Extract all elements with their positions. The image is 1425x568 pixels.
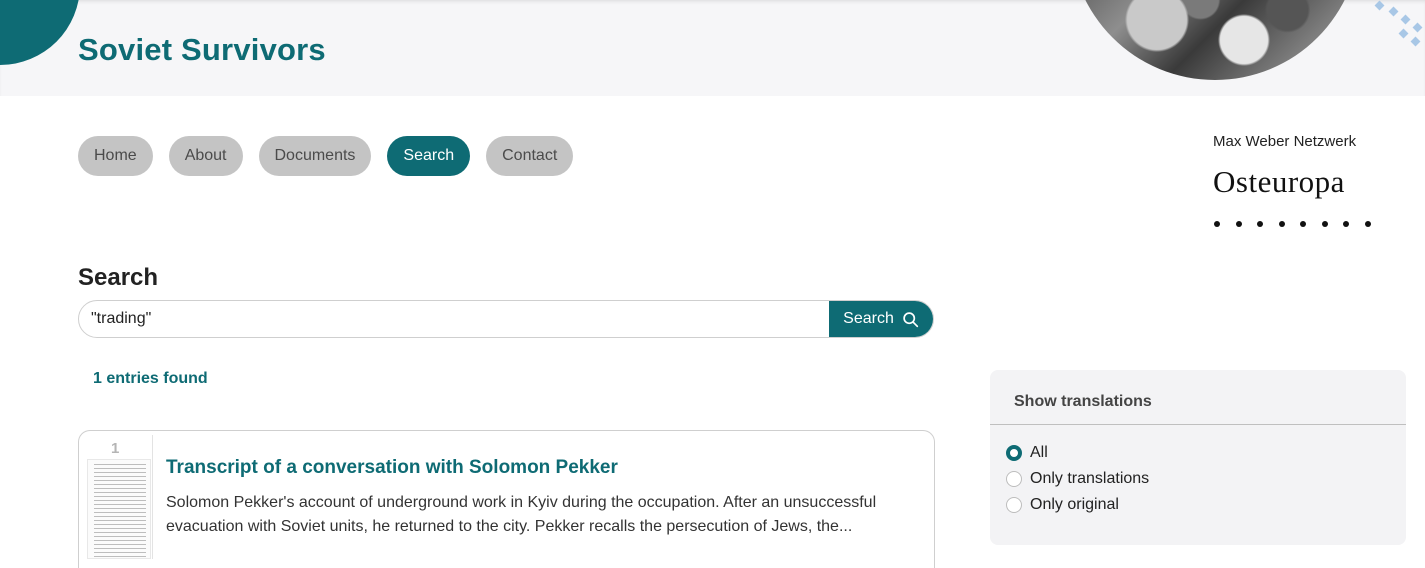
nav-search[interactable]: Search xyxy=(387,136,471,176)
divider xyxy=(990,424,1406,425)
nav-documents[interactable]: Documents xyxy=(258,136,372,176)
filter-option-only-translations[interactable]: Only translations xyxy=(1006,470,1149,488)
results-count: 1 entries found xyxy=(93,370,208,387)
document-thumbnail[interactable] xyxy=(87,459,151,559)
filter-option-label: Only translations xyxy=(1030,470,1150,487)
org-name-small: Max Weber Netzwerk xyxy=(1213,133,1357,150)
nav-home[interactable]: Home xyxy=(78,136,153,176)
org-logo[interactable]: Max Weber Netzwerk Osteuropa xyxy=(1213,133,1371,227)
org-logo-dots xyxy=(1213,221,1371,227)
radio-unchecked-icon[interactable] xyxy=(1006,497,1022,513)
filter-option-all[interactable]: All xyxy=(1006,444,1048,462)
search-heading: Search xyxy=(78,264,159,291)
translation-filter-panel: Show translations All Only translations … xyxy=(990,370,1406,545)
filter-option-only-original[interactable]: Only original xyxy=(1006,496,1119,514)
search-button[interactable]: Search xyxy=(829,301,933,337)
main-nav: Home About Documents Search Contact xyxy=(78,136,574,176)
filter-option-label: All xyxy=(1030,444,1048,461)
search-bar: Search xyxy=(78,300,934,338)
decorative-pattern xyxy=(1372,0,1425,48)
nav-contact[interactable]: Contact xyxy=(486,136,574,176)
filter-title: Show translations xyxy=(1014,393,1152,410)
result-summary-line: evacuation with Soviet units, he returne… xyxy=(166,518,853,535)
result-title[interactable]: Transcript of a conversation with Solomo… xyxy=(166,457,618,479)
site-header: Soviet Survivors xyxy=(0,0,1425,96)
header-photo xyxy=(1070,0,1360,80)
result-summary-line: Solomon Pekker's account of underground … xyxy=(166,494,877,511)
radio-unchecked-icon[interactable] xyxy=(1006,471,1022,487)
result-summary: Solomon Pekker's account of underground … xyxy=(166,491,936,539)
radio-checked-icon[interactable] xyxy=(1006,445,1022,461)
site-title[interactable]: Soviet Survivors xyxy=(78,32,326,68)
nav-about[interactable]: About xyxy=(168,136,243,176)
result-card[interactable]: 1 Transcript of a conversation with Solo… xyxy=(78,430,935,568)
org-name-big: Osteuropa xyxy=(1213,164,1345,199)
search-icon xyxy=(903,311,918,327)
result-thumbnail-frame: 1 xyxy=(79,435,153,559)
search-input[interactable] xyxy=(79,301,829,337)
search-button-label: Search xyxy=(843,310,894,327)
decorative-corner-circle xyxy=(0,0,80,65)
result-number: 1 xyxy=(111,440,120,457)
filter-option-label: Only original xyxy=(1030,496,1119,513)
